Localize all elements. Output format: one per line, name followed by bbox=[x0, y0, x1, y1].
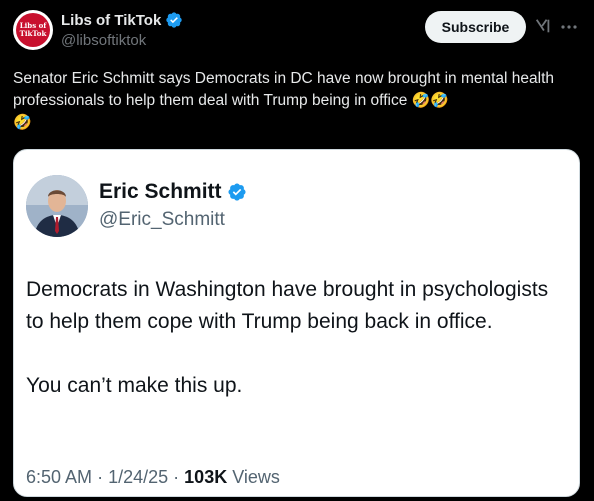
post-text: Senator Eric Schmitt says Democrats in D… bbox=[13, 68, 583, 134]
libs-of-tiktok-logo: Libs of TikTok bbox=[16, 13, 50, 47]
verified-badge-icon bbox=[228, 183, 246, 201]
quoted-post-meta: 6:50 AM · 1/24/25 · 103K Views bbox=[26, 467, 280, 488]
quoted-post-image[interactable]: Eric Schmitt @Eric_Schmitt Democrats in … bbox=[13, 149, 580, 497]
post-text-body: Senator Eric Schmitt says Democrats in D… bbox=[13, 70, 555, 109]
quoted-post-text: Democrats in Washington have brought in … bbox=[26, 274, 566, 402]
quoted-author-avatar bbox=[26, 175, 88, 237]
quoted-time: 6:50 AM bbox=[26, 467, 93, 487]
quoted-display-name: Eric Schmitt bbox=[99, 180, 222, 203]
quoted-views-count: 103K bbox=[184, 467, 228, 487]
meta-separator: · bbox=[97, 467, 104, 487]
author-display-name[interactable]: Libs of TikTok bbox=[61, 12, 161, 29]
person-portrait-icon bbox=[26, 175, 88, 237]
author-handle[interactable]: @libsoftiktok bbox=[61, 32, 146, 49]
author-name[interactable]: Libs of TikTok bbox=[61, 11, 183, 29]
avatar-logo-text-2: TikTok bbox=[19, 29, 47, 38]
rofl-emoji: 🤣 bbox=[13, 114, 32, 131]
rofl-emoji: 🤣 bbox=[411, 92, 431, 109]
verified-badge-icon bbox=[166, 12, 182, 28]
author-avatar[interactable]: Libs of TikTok bbox=[13, 10, 53, 50]
quoted-author-name: Eric Schmitt bbox=[99, 180, 247, 204]
rofl-emoji: 🤣 bbox=[430, 92, 450, 109]
grok-icon[interactable] bbox=[534, 17, 552, 35]
subscribe-button[interactable]: Subscribe bbox=[425, 11, 526, 43]
quoted-views-label: Views bbox=[232, 467, 280, 487]
quoted-date: 1/24/25 bbox=[108, 467, 169, 487]
quoted-author-handle: @Eric_Schmitt bbox=[99, 209, 225, 230]
quoted-paragraph-2: You can’t make this up. bbox=[26, 374, 243, 397]
more-options-icon[interactable] bbox=[559, 17, 579, 37]
quoted-paragraph-1: Democrats in Washington have brought in … bbox=[26, 278, 549, 333]
meta-separator: · bbox=[173, 467, 180, 487]
